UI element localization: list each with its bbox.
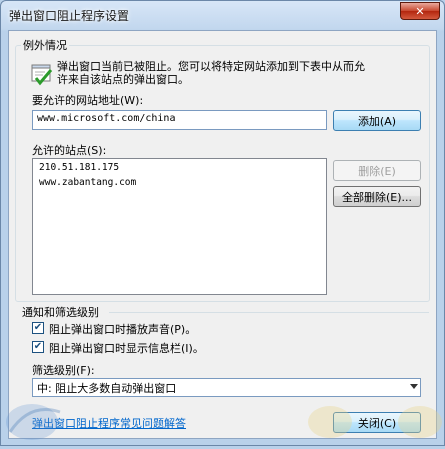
address-label: 要允许的网站地址(W): — [32, 94, 144, 107]
check-icon: ✔ — [33, 341, 43, 352]
title-bar[interactable]: 弹出窗口阻止程序设置 ✕ — [1, 1, 444, 29]
close-icon: ✕ — [415, 4, 425, 18]
window-close-button[interactable]: ✕ — [400, 2, 440, 20]
check-icon: ✔ — [33, 322, 43, 333]
address-input[interactable]: www.microsoft.com/china — [32, 110, 327, 130]
dialog-client-area: 例外情况 弹出窗口当前已被阻止。您可以将特定网站添加到下表中从而允 许来自该站点… — [8, 30, 437, 439]
filter-level-value: 中: 阻止大多数自动弹出窗口 — [37, 381, 177, 395]
allowed-sites-label: 允许的站点(S): — [32, 144, 107, 157]
notifications-group-label: 通知和筛选级别 — [22, 306, 99, 319]
filter-level-label: 筛选级别(F): — [32, 364, 95, 377]
remove-all-button[interactable]: 全部删除(E)... — [333, 186, 421, 207]
sound-checkbox[interactable]: ✔ — [32, 322, 44, 334]
exceptions-group-label: 例外情况 — [21, 37, 69, 53]
infobar-checkbox[interactable]: ✔ — [32, 341, 44, 353]
sound-checkbox-label[interactable]: 阻止弹出窗口时播放声音(P)。 — [49, 321, 196, 337]
window-title: 弹出窗口阻止程序设置 — [9, 9, 130, 23]
allowed-sites-list[interactable]: 210.51.181.175 www.zabantang.com — [32, 158, 327, 295]
list-item[interactable]: 210.51.181.175 — [33, 161, 326, 176]
dialog-window: 弹出窗口阻止程序设置 ✕ 例外情况 弹出窗口当前已被阻止。您可以将特定网站添加到… — [0, 0, 445, 446]
filter-level-select[interactable]: 中: 阻止大多数自动弹出窗口 — [32, 378, 421, 397]
faq-link[interactable]: 弹出窗口阻止程序常见问题解答 — [32, 415, 186, 431]
infobar-checkbox-label[interactable]: 阻止弹出窗口时显示信息栏(I)。 — [49, 340, 204, 356]
remove-button[interactable]: 删除(E) — [333, 160, 421, 181]
chevron-down-icon — [410, 384, 418, 389]
list-item[interactable]: www.zabantang.com — [33, 176, 326, 191]
info-text-line2: 许来自该站点的弹出窗口。 — [57, 73, 189, 86]
close-button[interactable]: 关闭(C) — [333, 412, 421, 433]
add-button[interactable]: 添加(A) — [333, 110, 421, 131]
notifications-separator — [109, 312, 429, 313]
popup-shield-icon — [30, 62, 54, 86]
